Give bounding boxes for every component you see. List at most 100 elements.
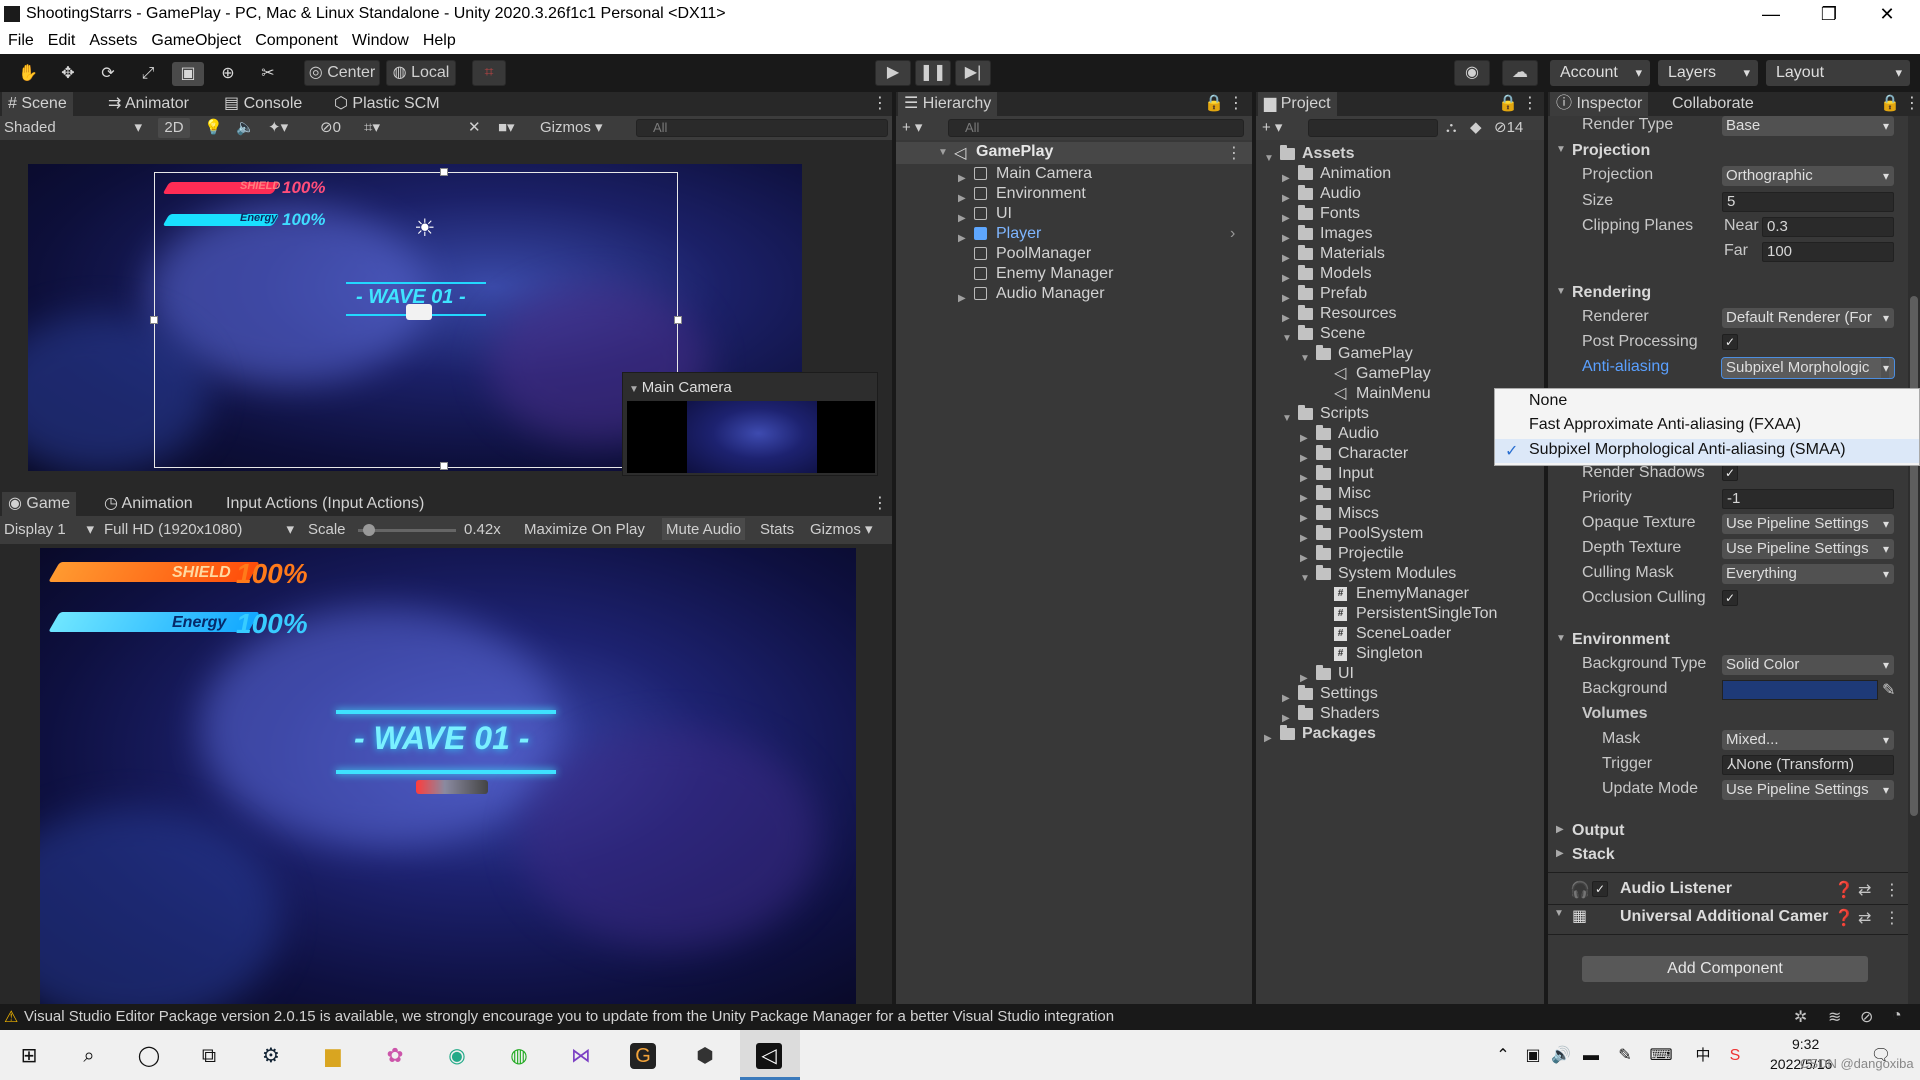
pen-icon[interactable]: ✎ xyxy=(1612,1043,1638,1069)
priority-field[interactable]: -1 xyxy=(1722,489,1894,509)
project-item[interactable]: ▶ Fonts xyxy=(1256,204,1544,224)
presets-icon[interactable]: ⇄ xyxy=(1858,880,1871,900)
menu-gameobject[interactable]: GameObject xyxy=(151,32,241,50)
add-component-button[interactable]: Add Component xyxy=(1582,956,1868,982)
auto-lighting-icon[interactable]: ⊘ xyxy=(1860,1007,1873,1027)
rect-handle-right[interactable] xyxy=(674,316,682,324)
prefab-open-icon[interactable]: › xyxy=(1230,224,1235,244)
project-item[interactable]: ▶ PoolSystem xyxy=(1256,524,1544,544)
file-explorer-icon[interactable]: ▆ xyxy=(320,1043,346,1069)
component-menu-icon-2[interactable]: ⋮ xyxy=(1884,908,1900,928)
aa-option-none[interactable]: None xyxy=(1529,392,1567,410)
tab-input-actions[interactable]: Input Actions (Input Actions) xyxy=(220,492,430,516)
project-search-input[interactable] xyxy=(1308,119,1438,137)
project-item[interactable]: ▶ Models xyxy=(1256,264,1544,284)
component-menu-icon[interactable]: ⋮ xyxy=(1884,880,1900,900)
collab-icon[interactable]: ◉ xyxy=(1454,60,1490,86)
tab-inspector[interactable]: ⓘ Inspector xyxy=(1550,92,1649,116)
project-item[interactable]: ▶ Packages xyxy=(1256,724,1544,744)
status-message[interactable]: Visual Studio Editor Package version 2.0… xyxy=(24,1008,1114,1025)
renderer-dropdown[interactable]: Default Renderer (For xyxy=(1722,308,1894,328)
tab-animation[interactable]: ◷ Animation xyxy=(98,492,199,516)
inspector-scrollbar[interactable] xyxy=(1908,116,1920,1004)
size-field[interactable]: 5 xyxy=(1722,192,1894,212)
rect-handle-left[interactable] xyxy=(150,316,158,324)
presets-icon-2[interactable]: ⇄ xyxy=(1858,908,1871,928)
near-field[interactable]: 0.3 xyxy=(1762,217,1894,237)
pause-button[interactable]: ❚❚ xyxy=(915,60,951,86)
project-item[interactable]: # EnemyManager xyxy=(1256,584,1544,604)
tab-animator[interactable]: ⇉ Animator xyxy=(102,92,195,116)
custom-tool-icon[interactable]: ✂ xyxy=(252,62,284,86)
tab-hierarchy[interactable]: ☰ Hierarchy xyxy=(898,92,998,116)
tab-scene[interactable]: # Scene xyxy=(2,92,73,116)
menu-window[interactable]: Window xyxy=(352,32,409,50)
camera-settings-icon[interactable]: ■▾ xyxy=(498,118,515,138)
lighting-toggle-icon[interactable]: 💡 xyxy=(204,118,223,138)
game-gizmos-dropdown[interactable]: Gizmos ▾ xyxy=(810,520,873,540)
project-item[interactable]: ▼ System Modules xyxy=(1256,564,1544,584)
occlusion-culling-checkbox[interactable]: ✓ xyxy=(1722,590,1738,606)
tray-app-icon[interactable]: ▣ xyxy=(1520,1043,1546,1069)
scene-player-ship[interactable] xyxy=(406,304,432,320)
tab-project[interactable]: ▆ Project xyxy=(1258,92,1337,116)
rect-handle-top[interactable] xyxy=(440,168,448,176)
play-button[interactable]: ▶ xyxy=(875,60,911,86)
output-section[interactable]: Output xyxy=(1556,822,1625,840)
effects-toggle-icon[interactable]: ✦▾ xyxy=(268,118,288,138)
maximize-button[interactable]: ❐ xyxy=(1800,0,1858,28)
rotate-tool-icon[interactable]: ⟳ xyxy=(92,62,124,86)
task-view-icon[interactable]: ⧉ xyxy=(196,1043,222,1069)
project-item[interactable]: ▶ Shaders xyxy=(1256,704,1544,724)
keyboard-icon[interactable]: ⌨ xyxy=(1648,1043,1674,1069)
culling-mask-dropdown[interactable]: Everything xyxy=(1722,564,1894,584)
project-item[interactable]: ▶ Miscs xyxy=(1256,504,1544,524)
expand-arrow-icon[interactable]: ▶ xyxy=(1264,729,1272,749)
shading-mode-dropdown[interactable]: Shaded ▾ xyxy=(4,118,146,138)
projection-section[interactable]: Projection xyxy=(1556,142,1650,160)
hierarchy-menu-icon[interactable]: ⋮ xyxy=(1222,92,1250,116)
rect-tool-icon[interactable]: ▣ xyxy=(172,62,204,86)
hierarchy-item[interactable]: ▶ Audio Manager xyxy=(896,284,1252,304)
pivot-center-button[interactable]: ◎ Center xyxy=(304,60,380,86)
menu-edit[interactable]: Edit xyxy=(48,32,76,50)
hand-tool-icon[interactable]: ✋ xyxy=(12,62,44,86)
projection-dropdown[interactable]: Orthographic xyxy=(1722,166,1894,186)
notification-icon[interactable]: 🗨 xyxy=(1868,1043,1894,1069)
aa-option-smaa-row[interactable]: ✓ Subpixel Morphological Anti-aliasing (… xyxy=(1495,439,1919,463)
menu-assets[interactable]: Assets xyxy=(89,32,137,50)
anti-aliasing-dropdown[interactable]: Subpixel Morphologic xyxy=(1721,357,1895,379)
rendering-section[interactable]: Rendering xyxy=(1556,284,1651,302)
menu-component[interactable]: Component xyxy=(255,32,338,50)
game-viewport[interactable]: SHIELD 100% Energy 100% - WAVE 01 - xyxy=(40,548,856,1005)
project-item[interactable]: ▶ Input xyxy=(1256,464,1544,484)
project-item[interactable]: ▶ Misc xyxy=(1256,484,1544,504)
hierarchy-item[interactable]: Enemy Manager xyxy=(896,264,1252,284)
visual-studio-icon[interactable]: ⋈ xyxy=(568,1043,594,1069)
opaque-texture-dropdown[interactable]: Use Pipeline Settings xyxy=(1722,514,1894,534)
eyedropper-icon[interactable]: ✎ xyxy=(1882,680,1895,700)
resolution-dropdown[interactable]: Full HD (1920x1080) ▾ xyxy=(104,520,294,540)
hierarchy-search-input[interactable]: All xyxy=(948,119,1244,137)
bug-icon[interactable]: ✲ xyxy=(1794,1007,1807,1027)
unity-editor-taskbar-item[interactable]: ◁ xyxy=(740,1030,800,1080)
tab-plastic-scm[interactable]: ⬡ Plastic SCM xyxy=(328,92,446,116)
project-item[interactable]: ▶ Materials xyxy=(1256,244,1544,264)
far-field[interactable]: 100 xyxy=(1762,242,1894,262)
volume-mask-dropdown[interactable]: Mixed... xyxy=(1722,730,1894,750)
battery-icon[interactable]: ▬ xyxy=(1578,1043,1604,1069)
menu-help[interactable]: Help xyxy=(423,32,456,50)
post-processing-checkbox[interactable]: ✓ xyxy=(1722,334,1738,350)
project-item[interactable]: ▶ Audio xyxy=(1256,184,1544,204)
start-icon[interactable]: ⊞ xyxy=(16,1043,42,1069)
update-mode-dropdown[interactable]: Use Pipeline Settings xyxy=(1722,780,1894,800)
tab-game[interactable]: ◉ Game xyxy=(2,492,76,516)
project-item[interactable]: ▶ UI xyxy=(1256,664,1544,684)
project-create-button[interactable]: + ▾ xyxy=(1262,118,1282,138)
clock-time[interactable]: 9:32 xyxy=(1792,1036,1819,1052)
inspector-scrollbar-thumb[interactable] xyxy=(1910,296,1918,816)
stats-toggle[interactable]: Stats xyxy=(760,520,794,540)
step-button[interactable]: ▶| xyxy=(955,60,991,86)
hierarchy-item[interactable]: ▶ Environment xyxy=(896,184,1252,204)
help-icon-2[interactable]: ❓ xyxy=(1834,908,1854,928)
